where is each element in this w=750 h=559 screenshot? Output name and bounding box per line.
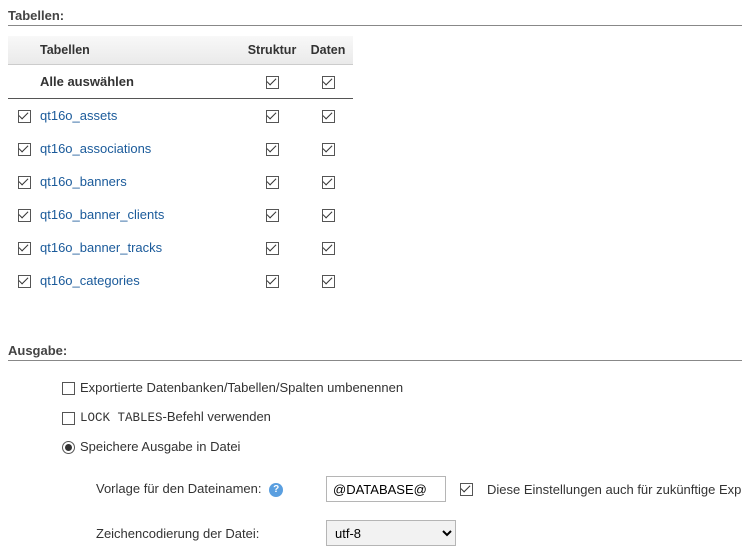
row-name[interactable]: qt16o_banners	[36, 165, 241, 198]
row-select-checkbox[interactable]	[18, 275, 31, 288]
lock-tables-suffix: -Befehl verwenden	[163, 409, 271, 424]
save-future-label: Diese Einstellungen auch für zukünftige …	[487, 482, 741, 497]
row-name[interactable]: qt16o_banner_tracks	[36, 231, 241, 264]
row-select-checkbox[interactable]	[18, 242, 31, 255]
col-select	[8, 36, 36, 65]
row-name[interactable]: qt16o_banner_clients	[36, 198, 241, 231]
row-select-checkbox[interactable]	[18, 143, 31, 156]
select-all-data-checkbox[interactable]	[322, 76, 335, 89]
table-row: qt16o_banner_tracks	[8, 231, 353, 264]
row-data-checkbox[interactable]	[322, 242, 335, 255]
lock-tables-checkbox[interactable]	[62, 412, 75, 425]
table-row: qt16o_banners	[8, 165, 353, 198]
tables-scroll-container[interactable]: Tabellen Struktur Daten Alle auswählen q…	[8, 36, 353, 301]
select-all-row: Alle auswählen	[8, 65, 353, 99]
row-structure-checkbox[interactable]	[266, 143, 279, 156]
row-structure-checkbox[interactable]	[266, 176, 279, 189]
row-structure-checkbox[interactable]	[266, 209, 279, 222]
col-name: Tabellen	[36, 36, 241, 65]
row-data-checkbox[interactable]	[322, 209, 335, 222]
help-icon[interactable]: ?	[269, 483, 283, 497]
row-structure-checkbox[interactable]	[266, 242, 279, 255]
row-data-checkbox[interactable]	[322, 275, 335, 288]
select-all-label[interactable]: Alle auswählen	[36, 65, 241, 99]
filename-template-label: Vorlage für den Dateinamen: ?	[96, 481, 326, 497]
tables-list: Tabellen Struktur Daten Alle auswählen q…	[8, 36, 353, 297]
table-row: qt16o_associations	[8, 132, 353, 165]
row-name[interactable]: qt16o_associations	[36, 132, 241, 165]
row-select-checkbox[interactable]	[18, 209, 31, 222]
row-select-checkbox[interactable]	[18, 110, 31, 123]
table-row: qt16o_categories	[8, 264, 353, 297]
save-future-checkbox[interactable]	[460, 483, 473, 496]
section-header-output: Ausgabe:	[8, 339, 742, 361]
table-row: qt16o_banner_clients	[8, 198, 353, 231]
lock-tables-label: LOCK TABLES-Befehl verwenden	[80, 409, 271, 425]
rename-label: Exportierte Datenbanken/Tabellen/Spalten…	[80, 380, 403, 395]
row-name[interactable]: qt16o_categories	[36, 264, 241, 297]
table-header-row: Tabellen Struktur Daten	[8, 36, 353, 65]
charset-label: Zeichencodierung der Datei:	[96, 526, 326, 541]
select-all-structure-checkbox[interactable]	[266, 76, 279, 89]
row-structure-checkbox[interactable]	[266, 275, 279, 288]
col-data: Daten	[303, 36, 353, 65]
table-row: qt16o_assets	[8, 99, 353, 133]
charset-select[interactable]: utf-8	[326, 520, 456, 546]
save-to-file-radio[interactable]	[62, 441, 75, 454]
row-data-checkbox[interactable]	[322, 110, 335, 123]
rename-checkbox[interactable]	[62, 382, 75, 395]
section-header-tables: Tabellen:	[8, 4, 742, 26]
row-name[interactable]: qt16o_assets	[36, 99, 241, 133]
col-structure: Struktur	[241, 36, 303, 65]
row-structure-checkbox[interactable]	[266, 110, 279, 123]
save-to-file-label: Speichere Ausgabe in Datei	[80, 439, 240, 454]
row-select-checkbox[interactable]	[18, 176, 31, 189]
lock-tables-cmd: LOCK TABLES	[80, 411, 163, 425]
filename-template-input[interactable]	[326, 476, 446, 502]
row-data-checkbox[interactable]	[322, 176, 335, 189]
row-data-checkbox[interactable]	[322, 143, 335, 156]
